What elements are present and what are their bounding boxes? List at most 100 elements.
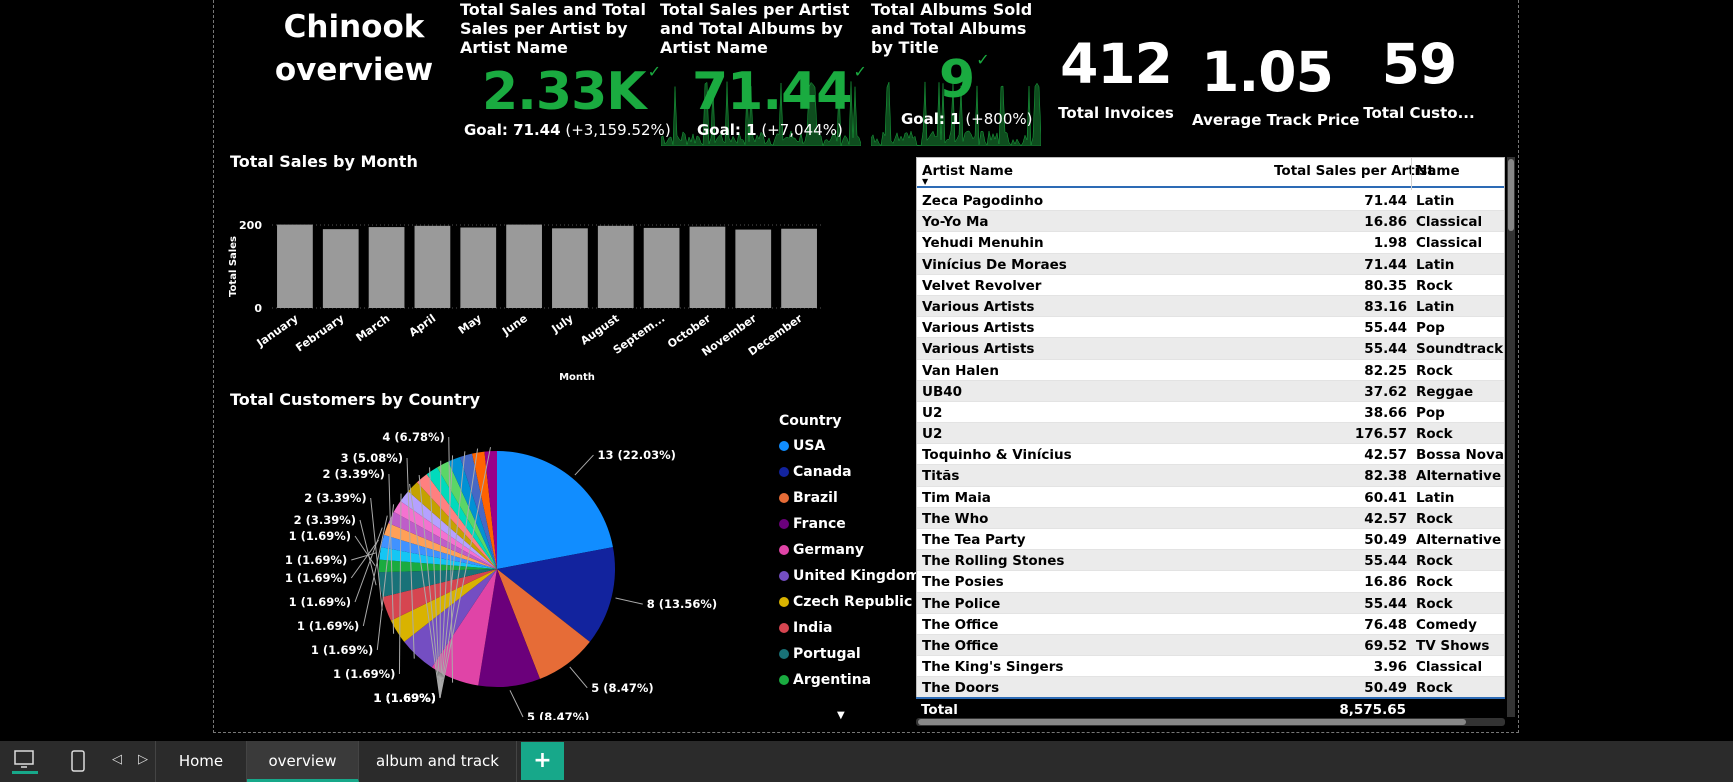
- bar[interactable]: [322, 229, 359, 308]
- legend-item[interactable]: Argentina: [779, 667, 920, 693]
- kpi-goal-delta: (+7,044%): [761, 121, 843, 139]
- scrollbar-thumb[interactable]: [918, 719, 1466, 725]
- table-row[interactable]: The Tea Party 50.49 Alternative &: [917, 529, 1504, 551]
- table-row[interactable]: Van Halen 82.25 Rock: [917, 359, 1504, 381]
- table-row[interactable]: The Posies 16.86 Rock: [917, 571, 1504, 593]
- mobile-layout-icon[interactable]: [70, 749, 86, 777]
- legend-scroll-down-icon[interactable]: ▼: [837, 710, 845, 721]
- cell-total-sales: 16.86: [1364, 214, 1407, 231]
- legend-item[interactable]: Czech Republic: [779, 589, 920, 615]
- table-horizontal-scrollbar[interactable]: [916, 718, 1505, 726]
- bar[interactable]: [689, 226, 726, 308]
- table-row[interactable]: The Rolling Stones 55.44 Rock: [917, 550, 1504, 572]
- bar[interactable]: [506, 224, 542, 308]
- table-row[interactable]: The King's Singers 3.96 Classical: [917, 656, 1504, 678]
- bar[interactable]: [368, 227, 405, 308]
- table-row[interactable]: UB40 37.62 Reggae: [917, 380, 1504, 402]
- cell-total-sales: 50.49: [1364, 532, 1407, 548]
- scrollbar-thumb[interactable]: [1508, 159, 1514, 231]
- legend-item[interactable]: India: [779, 615, 920, 641]
- table-row[interactable]: U2 176.57 Rock: [917, 423, 1504, 445]
- bar[interactable]: [735, 229, 772, 308]
- desktop-layout-icon[interactable]: [12, 748, 38, 774]
- table-row[interactable]: The Office 69.52 TV Shows: [917, 634, 1504, 657]
- add-page-button[interactable]: +: [521, 742, 564, 780]
- table-row[interactable]: The Doors 50.49 Rock: [917, 677, 1504, 699]
- bar[interactable]: [277, 224, 313, 308]
- cell-total-sales: 60.41: [1364, 489, 1407, 506]
- legend-item[interactable]: France: [779, 511, 920, 537]
- column-header-name[interactable]: Name: [1416, 163, 1460, 179]
- cell-total-sales: 82.38: [1364, 468, 1407, 485]
- table-row[interactable]: Tim Maia 60.41 Latin: [917, 486, 1504, 508]
- table-row[interactable]: Yehudi Menuhin 1.98 Classical: [917, 232, 1504, 254]
- table-row[interactable]: Various Artists 83.16 Latin: [917, 295, 1504, 318]
- kpi-goal: Goal: 1 (+7,044%): [697, 121, 843, 139]
- table-total-row: Total 8,575.65: [916, 697, 1505, 719]
- table-row[interactable]: The Police 55.44 Rock: [917, 592, 1504, 614]
- tab-album-and-track[interactable]: album and track: [359, 741, 517, 782]
- table-row[interactable]: U2 38.66 Pop: [917, 401, 1504, 424]
- bar[interactable]: [597, 225, 634, 308]
- table-row[interactable]: Zeca Pagodinho 71.44 Latin: [917, 190, 1504, 212]
- report-title-line1: Chinook: [283, 9, 425, 45]
- customers-by-country-chart[interactable]: 13 (22.03%) 8 (13.56%) 5 (8.47%) 5 (8.47%) 4…: [234, 410, 764, 720]
- table-row[interactable]: The Office 76.48 Comedy: [917, 613, 1504, 635]
- legend-label: Brazil: [793, 490, 838, 506]
- check-icon: ✓: [647, 62, 661, 81]
- total-value: 8,575.65: [1339, 702, 1406, 718]
- column-header-total-sales[interactable]: Total Sales per Artist: [1274, 163, 1434, 179]
- cell-genre-name: Classical: [1416, 659, 1483, 676]
- legend-item[interactable]: Brazil: [779, 485, 920, 511]
- legend-label: United Kingdom: [793, 568, 921, 584]
- legend-label: Argentina: [793, 672, 872, 688]
- cell-artist-name: Various Artists: [922, 298, 1035, 315]
- bar[interactable]: [414, 225, 451, 308]
- legend-item[interactable]: United Kingdom: [779, 563, 920, 589]
- table-row[interactable]: Toquinho & Vinícius 42.57 Bossa Nova: [917, 444, 1504, 466]
- tab-home[interactable]: Home: [155, 741, 247, 782]
- bar[interactable]: [552, 228, 588, 308]
- next-page-icon[interactable]: ▷: [138, 752, 148, 767]
- kpi-goal-label: Goal: 1: [901, 110, 961, 128]
- cell-total-sales: 176.57: [1354, 426, 1407, 443]
- table-row[interactable]: Velvet Revolver 80.35 Rock: [917, 274, 1504, 296]
- table-row[interactable]: Yo-Yo Ma 16.86 Classical: [917, 211, 1504, 233]
- pie-data-label: 4 (6.78%): [382, 430, 444, 444]
- legend-item[interactable]: USA: [779, 433, 920, 459]
- table-row[interactable]: Vinícius De Moraes 71.44 Latin: [917, 253, 1504, 275]
- pie-data-label: 5 (8.47%): [527, 710, 589, 720]
- table-vertical-scrollbar[interactable]: [1507, 157, 1515, 717]
- kpi-goal: Goal: 1 (+800%): [901, 110, 1032, 128]
- legend-swatch: [779, 675, 789, 685]
- bar[interactable]: [460, 227, 497, 308]
- artist-sales-table[interactable]: Artist Name ▼ Total Sales per Artist Nam…: [916, 157, 1505, 717]
- previous-page-icon[interactable]: ◁: [112, 752, 122, 767]
- table-row[interactable]: Various Artists 55.44 Soundtrack: [917, 338, 1504, 360]
- table-row[interactable]: Various Artists 55.44 Pop: [917, 317, 1504, 339]
- bar[interactable]: [643, 227, 680, 308]
- legend-item[interactable]: Canada: [779, 459, 920, 485]
- pie-leader-line: [354, 527, 383, 603]
- kpi-goal-label: Goal: 71.44: [464, 121, 561, 139]
- cell-artist-name: Yo-Yo Ma: [922, 214, 989, 231]
- y-tick-label: 0: [254, 302, 262, 315]
- kpi-goal-delta: (+800%): [965, 110, 1033, 128]
- table-row[interactable]: The Who 42.57 Rock: [917, 507, 1504, 529]
- table-row[interactable]: Titãs 82.38 Alternative &: [917, 465, 1504, 487]
- kpi-title: Total Sales per Artist and Total Albums …: [660, 0, 850, 57]
- cell-genre-name: Rock: [1416, 574, 1453, 591]
- y-tick-label: 200: [239, 219, 262, 232]
- pie-data-label: 1 (1.69%): [311, 643, 373, 657]
- sales-by-month-chart[interactable]: 2000Total SalesJanuaryFebruary March April…: [214, 180, 914, 390]
- cell-artist-name: Van Halen: [922, 362, 999, 379]
- legend-item[interactable]: Portugal: [779, 641, 920, 667]
- legend-item[interactable]: Germany: [779, 537, 920, 563]
- tab-overview[interactable]: overview: [247, 741, 359, 782]
- bar[interactable]: [781, 228, 817, 308]
- column-header-artist-name[interactable]: Artist Name: [922, 163, 1013, 179]
- cell-artist-name: Toquinho & Vinícius: [922, 447, 1072, 464]
- card-value: 59: [1381, 32, 1458, 96]
- legend-swatch: [779, 519, 789, 529]
- sort-desc-icon[interactable]: ▼: [922, 177, 928, 186]
